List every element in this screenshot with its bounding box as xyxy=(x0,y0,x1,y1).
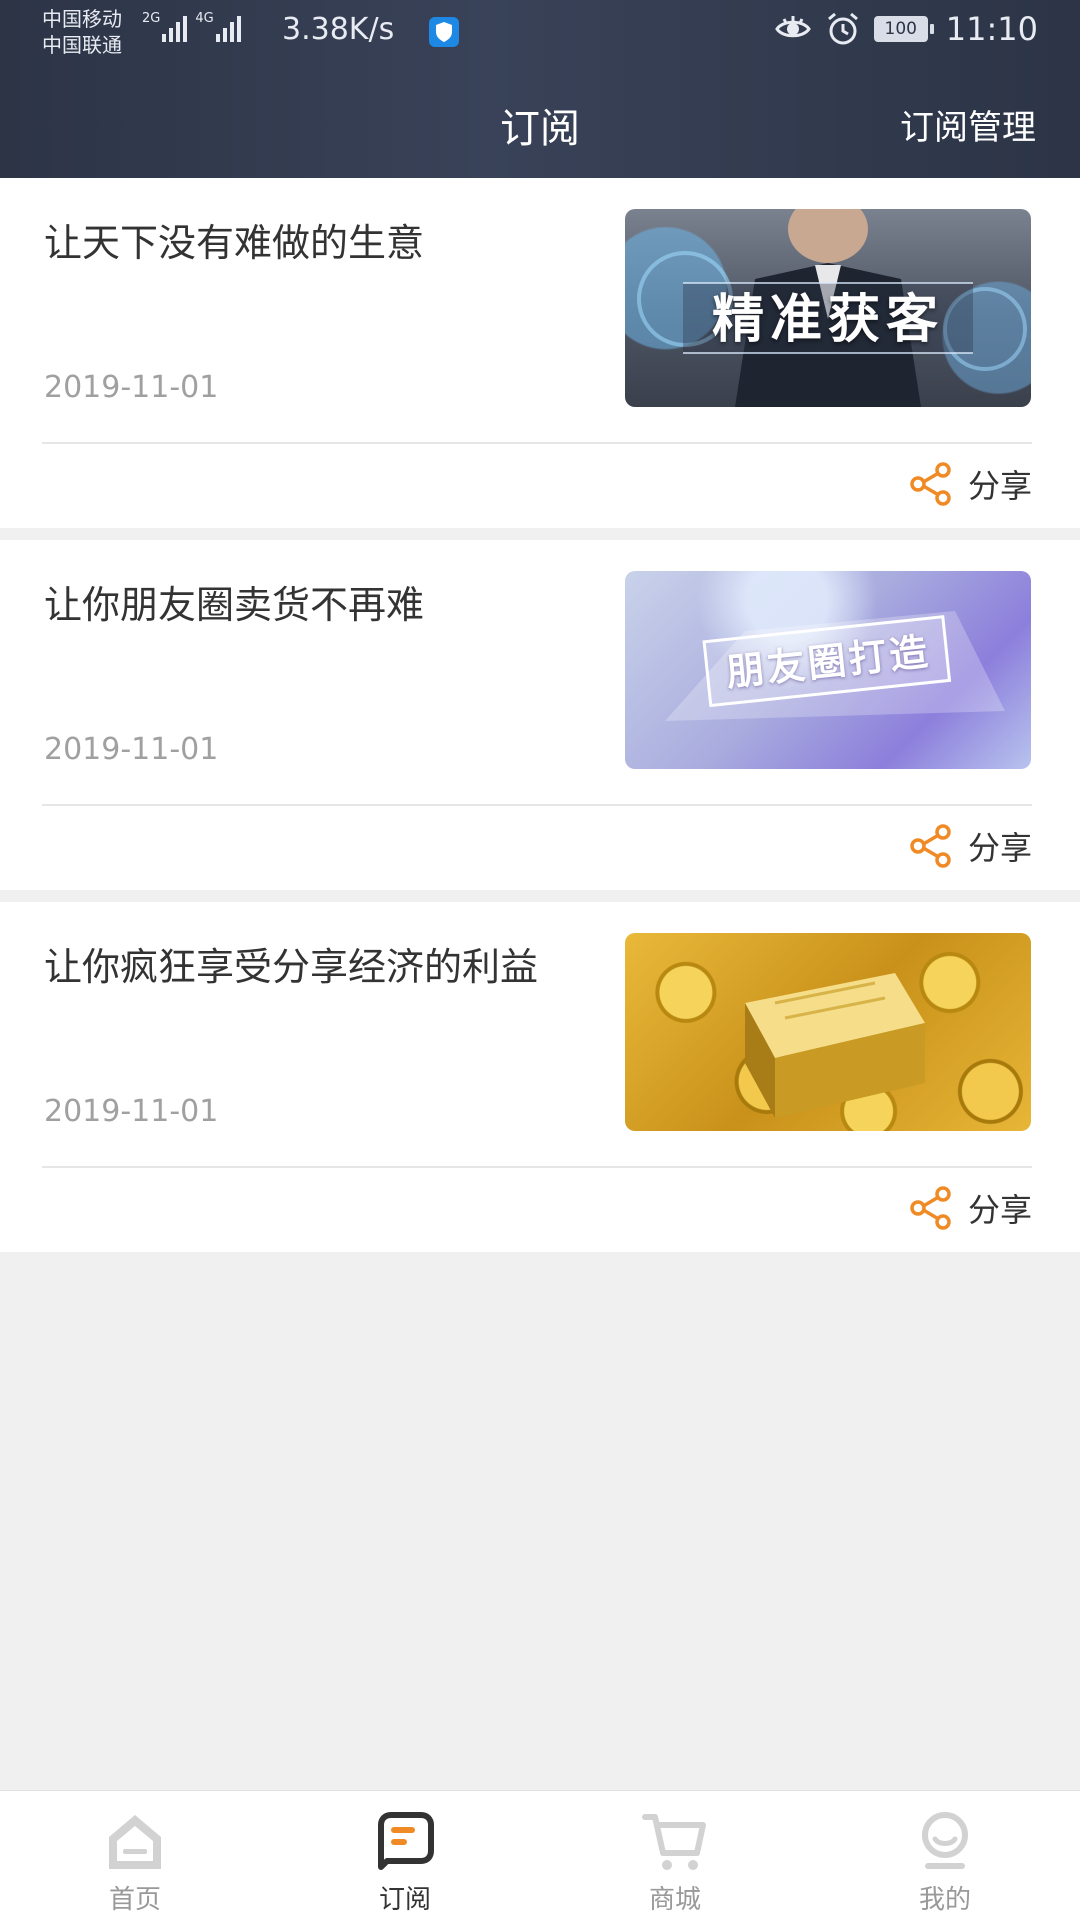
net-speed: 3.38K/s xyxy=(282,12,395,47)
thumbnail-caption: 精准获客 xyxy=(711,290,944,350)
carrier-2: 中国联通 xyxy=(42,33,122,57)
shield-icon xyxy=(429,17,459,47)
profile-icon xyxy=(922,1812,968,1869)
share-button[interactable]: 分享 xyxy=(906,822,1032,870)
cart-icon xyxy=(642,1814,706,1870)
carrier-info: 中国移动 中国联通 xyxy=(42,6,122,58)
battery-level: 100 xyxy=(873,16,928,42)
tab-profile[interactable]: 我的 xyxy=(810,1791,1080,1921)
home-icon xyxy=(109,1815,161,1869)
share-icon xyxy=(910,462,951,506)
eye-icon xyxy=(774,16,811,38)
article-list: 让天下没有难做的生意 2019-11-01 精准获客 分享 让你朋友圈卖货不再难… xyxy=(0,178,1080,1264)
article-title[interactable]: 让你疯狂享受分享经济的利益 xyxy=(44,938,584,996)
article-thumbnail[interactable] xyxy=(625,933,1031,1131)
subscribe-icon xyxy=(378,1812,434,1870)
tab-home[interactable]: 首页 xyxy=(0,1791,270,1921)
share-label: 分享 xyxy=(967,1191,1032,1229)
signal-indicators: 2G 4G xyxy=(142,12,241,42)
article-title[interactable]: 让天下没有难做的生意 xyxy=(44,214,584,272)
net-type-2: 4G xyxy=(195,11,214,26)
tab-mall[interactable]: 商城 xyxy=(540,1791,810,1921)
battery-icon: 100 xyxy=(873,16,934,42)
article-card[interactable]: 让天下没有难做的生意 2019-11-01 精准获客 分享 xyxy=(0,178,1080,528)
article-card[interactable]: 让你疯狂享受分享经济的利益 2019-11-01 分享 xyxy=(0,902,1080,1252)
divider xyxy=(42,1166,1032,1168)
clock: 11:10 xyxy=(945,10,1038,48)
gold-bar-image xyxy=(745,973,925,1118)
tab-label: 商城 xyxy=(648,1885,701,1915)
share-icon xyxy=(910,824,951,868)
app-header: 中国移动 中国联通 2G 4G 3.38K/s 100 11:10 订阅 订阅管… xyxy=(0,0,1080,178)
divider xyxy=(42,442,1032,444)
alarm-icon xyxy=(827,12,858,45)
signal-bars-icon xyxy=(162,12,188,42)
article-title[interactable]: 让你朋友圈卖货不再难 xyxy=(44,576,584,634)
share-button[interactable]: 分享 xyxy=(906,460,1032,508)
divider xyxy=(42,804,1032,806)
status-bar: 中国移动 中国联通 2G 4G 3.38K/s 100 11:10 xyxy=(0,0,1080,64)
status-right: 100 11:10 xyxy=(774,10,1038,48)
article-date: 2019-11-01 xyxy=(44,370,219,405)
share-button[interactable]: 分享 xyxy=(906,1184,1032,1232)
share-label: 分享 xyxy=(967,829,1032,867)
share-label: 分享 xyxy=(967,467,1032,505)
bottom-tab-bar: 首页 订阅 商城 我的 xyxy=(0,1790,1080,1921)
tab-label: 首页 xyxy=(108,1885,161,1915)
article-card[interactable]: 让你朋友圈卖货不再难 2019-11-01 朋友圈打造 分享 xyxy=(0,540,1080,890)
article-date: 2019-11-01 xyxy=(44,1094,219,1129)
net-type-1: 2G xyxy=(142,11,161,26)
signal-1: 2G xyxy=(142,11,188,42)
tab-label: 我的 xyxy=(918,1885,971,1915)
signal-bars-icon xyxy=(215,12,241,42)
article-thumbnail[interactable]: 朋友圈打造 xyxy=(625,571,1031,769)
manage-subscriptions-button[interactable]: 订阅管理 xyxy=(900,100,1036,149)
article-thumbnail[interactable]: 精准获客 xyxy=(625,209,1031,407)
tab-subscribe[interactable]: 订阅 xyxy=(270,1791,540,1921)
carrier-1: 中国移动 xyxy=(42,7,122,31)
tab-label: 订阅 xyxy=(378,1885,431,1915)
article-date: 2019-11-01 xyxy=(44,732,219,767)
share-icon xyxy=(910,1186,951,1230)
signal-2: 4G xyxy=(195,11,241,42)
